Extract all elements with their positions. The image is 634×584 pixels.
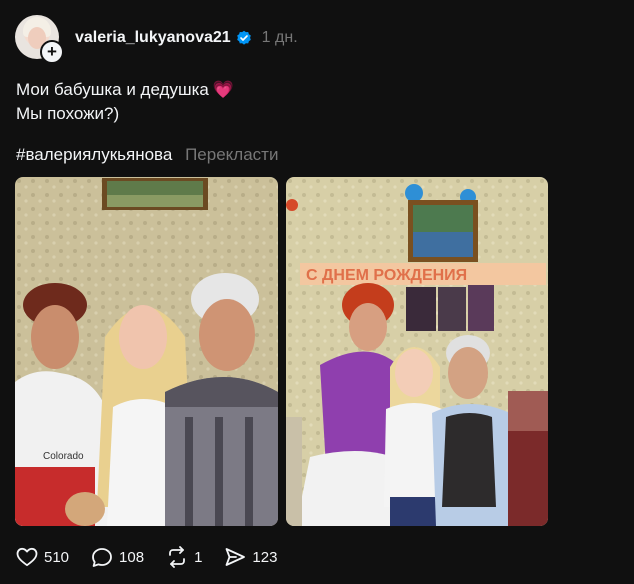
share-button[interactable]: 123 (224, 546, 277, 568)
post-text: Мои бабушка и дедушка 💗 Мы похожи?) (16, 78, 234, 126)
follow-plus-icon[interactable]: + (40, 40, 64, 64)
post-time: 1 дн. (261, 29, 298, 46)
translate-button[interactable]: Перекласти (185, 145, 278, 164)
svg-text:С ДНЕМ РОЖДЕНИЯ: С ДНЕМ РОЖДЕНИЯ (306, 267, 467, 284)
post-text-line-2: Мы похожи?) (16, 104, 120, 123)
post-photo-1[interactable]: Colorado (15, 177, 278, 526)
verified-badge-icon (236, 30, 251, 45)
like-count: 510 (44, 548, 70, 566)
username-link[interactable]: valeria_lukyanova21 (75, 29, 231, 47)
hashtag-link[interactable]: #валериялукьянова (16, 145, 172, 164)
post-text-line-1: Мои бабушка и дедушка 💗 (16, 80, 235, 99)
like-button[interactable]: 510 (16, 547, 69, 567)
avatar[interactable]: + (15, 15, 64, 64)
heart-icon (16, 547, 38, 567)
comment-button[interactable]: 108 (91, 547, 144, 568)
threads-post: + valeria_lukyanova21 1 дн. Мои бабушка … (0, 0, 634, 584)
svg-text:Colorado: Colorado (43, 451, 84, 462)
repost-count: 1 (194, 548, 203, 566)
repost-icon (169, 546, 185, 568)
comment-bubble-icon (92, 547, 112, 567)
post-photo-2[interactable]: С ДНЕМ РОЖДЕНИЯ (286, 177, 548, 526)
post-actions: 510 108 1 123 (16, 545, 299, 569)
repost-button[interactable]: 1 (166, 546, 202, 568)
post-tags-row: #валериялукьянова Перекласти (16, 144, 278, 166)
send-icon (226, 548, 246, 566)
share-count: 123 (252, 548, 278, 566)
pink-heart-emoji: 💗 (212, 80, 235, 99)
comment-count: 108 (119, 548, 145, 566)
post-header: valeria_lukyanova21 1 дн. (75, 27, 298, 49)
